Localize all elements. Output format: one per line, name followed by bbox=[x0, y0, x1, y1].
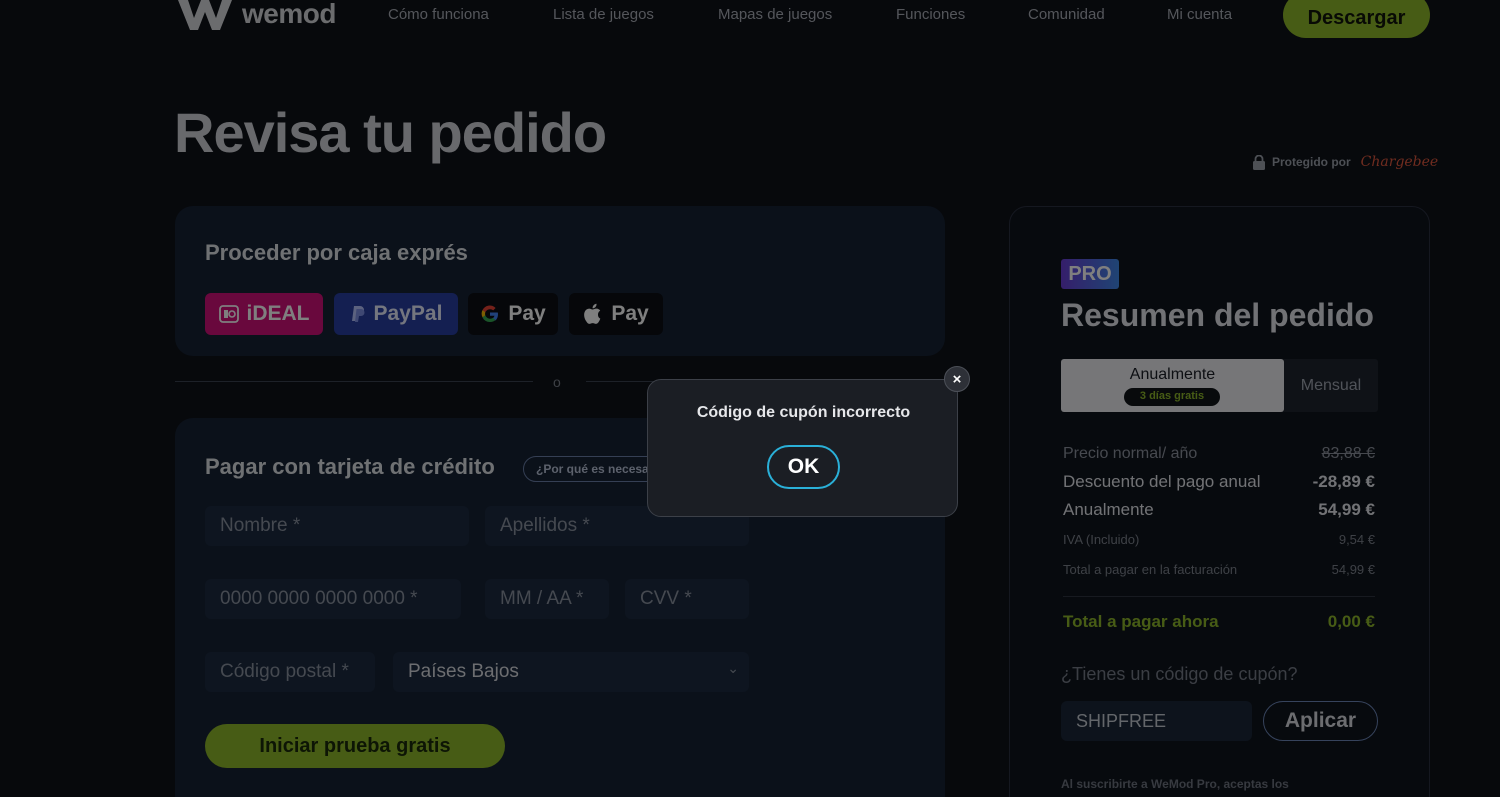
close-icon[interactable]: × bbox=[944, 366, 970, 392]
dialog-message: Código de cupón incorrecto bbox=[696, 404, 911, 421]
ok-button[interactable]: OK bbox=[767, 445, 840, 489]
coupon-error-dialog: Código de cupón incorrecto OK bbox=[647, 379, 958, 517]
